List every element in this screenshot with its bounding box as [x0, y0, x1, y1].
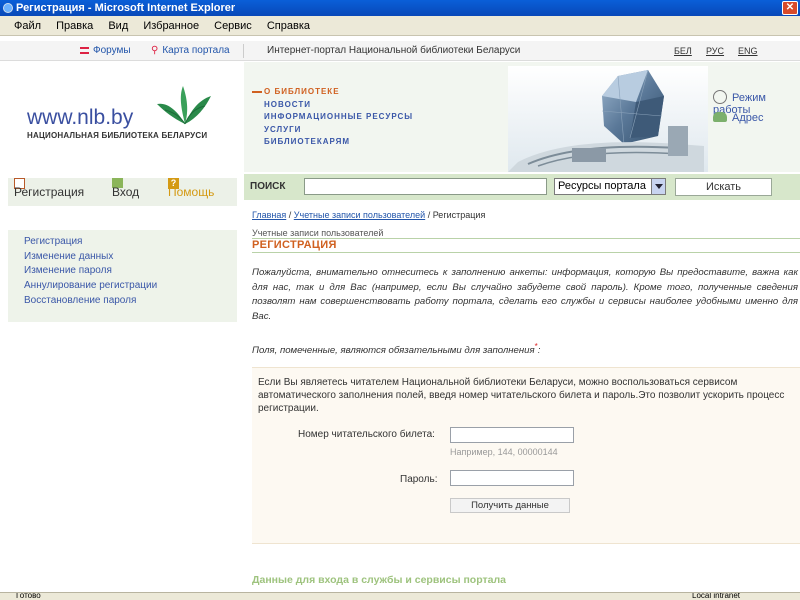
- page-title: РЕГИСТРАЦИЯ: [252, 239, 337, 251]
- forums-link[interactable]: Форумы: [80, 41, 131, 61]
- left-sidebar: Регистрация Вход ? Помощь Регистрация Изм…: [0, 172, 244, 600]
- lang-ru[interactable]: РУС: [706, 41, 724, 61]
- status-bar: Готово Local intranet: [0, 592, 800, 600]
- breadcrumb-accounts[interactable]: Учетные записи пользователей: [294, 210, 425, 220]
- search-label: ПОИСК: [250, 181, 286, 192]
- address-link[interactable]: Адрес: [713, 112, 764, 124]
- section-subtitle: Учетные записи пользователей: [252, 228, 384, 238]
- help-label: Помощь: [168, 185, 215, 199]
- search-scope-select[interactable]: Ресурсы портала: [554, 178, 666, 195]
- menu-services[interactable]: УСЛУГИ: [264, 124, 413, 137]
- sidebar-item-restore-password[interactable]: Восстановление пароля: [24, 294, 237, 309]
- logo-name: НАЦИОНАЛЬНАЯ БИБЛИОТЕКА БЕЛАРУСИ: [27, 131, 208, 140]
- lang-en[interactable]: ENG: [738, 41, 758, 61]
- breadcrumb-separator: /: [286, 210, 294, 220]
- search-input[interactable]: [304, 178, 547, 195]
- required-note-text: Поля, помеченные, являются обязательными…: [252, 345, 535, 357]
- main-menu: О БИБЛИОТЕКЕ НОВОСТИ ИНФОРМАЦИОННЫЕ РЕСУ…: [264, 86, 413, 149]
- get-data-button[interactable]: Получить данные: [450, 498, 570, 513]
- chevron-down-icon[interactable]: [651, 179, 665, 194]
- sidebar-item-change-password[interactable]: Изменение пароля: [24, 264, 237, 279]
- search-bar: ПОИСК Ресурсы портала Искать: [244, 174, 800, 200]
- map-icon: [713, 112, 727, 122]
- breadcrumb-separator: /: [425, 210, 433, 220]
- reader-autofill-form: Если Вы являетесь читателем Национальной…: [252, 367, 800, 544]
- forums-label: Форумы: [93, 45, 131, 56]
- window-title: Регистрация - Microsoft Internet Explore…: [16, 2, 236, 14]
- required-colon: :: [537, 345, 541, 357]
- menu-help[interactable]: Справка: [267, 20, 310, 32]
- intro-text: Пожалуйста, внимательно отнеситесь к зап…: [252, 267, 798, 322]
- ie-icon: [3, 3, 13, 13]
- breadcrumb-current: Регистрация: [432, 210, 486, 220]
- password-input[interactable]: [450, 470, 574, 486]
- menu-edit[interactable]: Правка: [56, 20, 93, 32]
- sidebar-item-edit-data[interactable]: Изменение данных: [24, 250, 237, 265]
- menu-favorites[interactable]: Избранное: [143, 20, 199, 32]
- browser-window: Регистрация - Microsoft Internet Explore…: [0, 0, 800, 600]
- lang-be[interactable]: БЕЛ: [674, 41, 692, 61]
- breadcrumb-home[interactable]: Главная: [252, 210, 286, 220]
- register-label: Регистрация: [14, 185, 85, 199]
- login-label: Вход: [112, 185, 140, 199]
- close-button[interactable]: ✕: [782, 1, 798, 15]
- sitemap-icon: ⚲: [151, 45, 159, 56]
- search-button[interactable]: Искать: [675, 178, 772, 196]
- sidebar-item-cancel-registration[interactable]: Аннулирование регистрации: [24, 279, 237, 294]
- forums-icon: [80, 47, 89, 54]
- main-content: Главная / Учетные записи пользователей /…: [244, 200, 800, 600]
- required-note: Поля, помеченные, являются обязательными…: [252, 342, 540, 356]
- portal-title: Интернет-портал Национальной библиотеки …: [267, 45, 521, 56]
- ticket-hint: Например, 144, 00000144: [450, 447, 558, 457]
- menu-view[interactable]: Вид: [108, 20, 128, 32]
- breadcrumb: Главная / Учетные записи пользователей /…: [252, 210, 485, 220]
- search-scope-value: Ресурсы портала: [558, 180, 646, 192]
- top-nav: Форумы ⚲ Карта портала Интернет-портал На…: [0, 41, 800, 61]
- sidebar-item-registration[interactable]: Регистрация: [24, 235, 237, 250]
- menu-tools[interactable]: Сервис: [214, 20, 252, 32]
- divider: [243, 44, 244, 58]
- menu-resources[interactable]: ИНФОРМАЦИОННЫЕ РЕСУРСЫ: [264, 111, 413, 124]
- menu-bar: Файл Правка Вид Избранное Сервис Справка: [0, 16, 800, 36]
- login-data-section-title: Данные для входа в службы и сервисы порт…: [252, 574, 506, 586]
- ticket-label: Номер читательского билета:: [298, 429, 435, 440]
- clock-icon: [713, 90, 727, 104]
- menu-file[interactable]: Файл: [14, 20, 41, 32]
- account-actions: Регистрация Вход ? Помощь: [8, 178, 237, 206]
- site-map-label: Карта портала: [162, 45, 230, 56]
- site-map-link[interactable]: ⚲ Карта портала: [151, 41, 230, 61]
- divider: [252, 252, 800, 253]
- status-text: Готово: [16, 592, 41, 600]
- ticket-number-input[interactable]: [450, 427, 574, 443]
- password-label: Пароль:: [400, 474, 438, 485]
- menu-about[interactable]: О БИБЛИОТЕКЕ: [264, 86, 413, 99]
- site-header: www.nlb.by НАЦИОНАЛЬНАЯ БИБЛИОТЕКА БЕЛАР…: [0, 62, 800, 172]
- menu-librarians[interactable]: БИБЛИОТЕКАРЯМ: [264, 136, 413, 149]
- address-label: Адрес: [732, 112, 764, 124]
- book-logo-icon: [157, 86, 211, 125]
- title-bar[interactable]: Регистрация - Microsoft Internet Explore…: [0, 0, 800, 16]
- menu-news[interactable]: НОВОСТИ: [264, 99, 413, 112]
- logo-url[interactable]: www.nlb.by: [27, 106, 133, 130]
- library-building-image: [508, 66, 708, 172]
- account-menu: Регистрация Изменение данных Изменение п…: [8, 230, 237, 322]
- autofill-notice: Если Вы являетесь читателем Национальной…: [258, 377, 785, 415]
- zone-text: Local intranet: [692, 592, 741, 600]
